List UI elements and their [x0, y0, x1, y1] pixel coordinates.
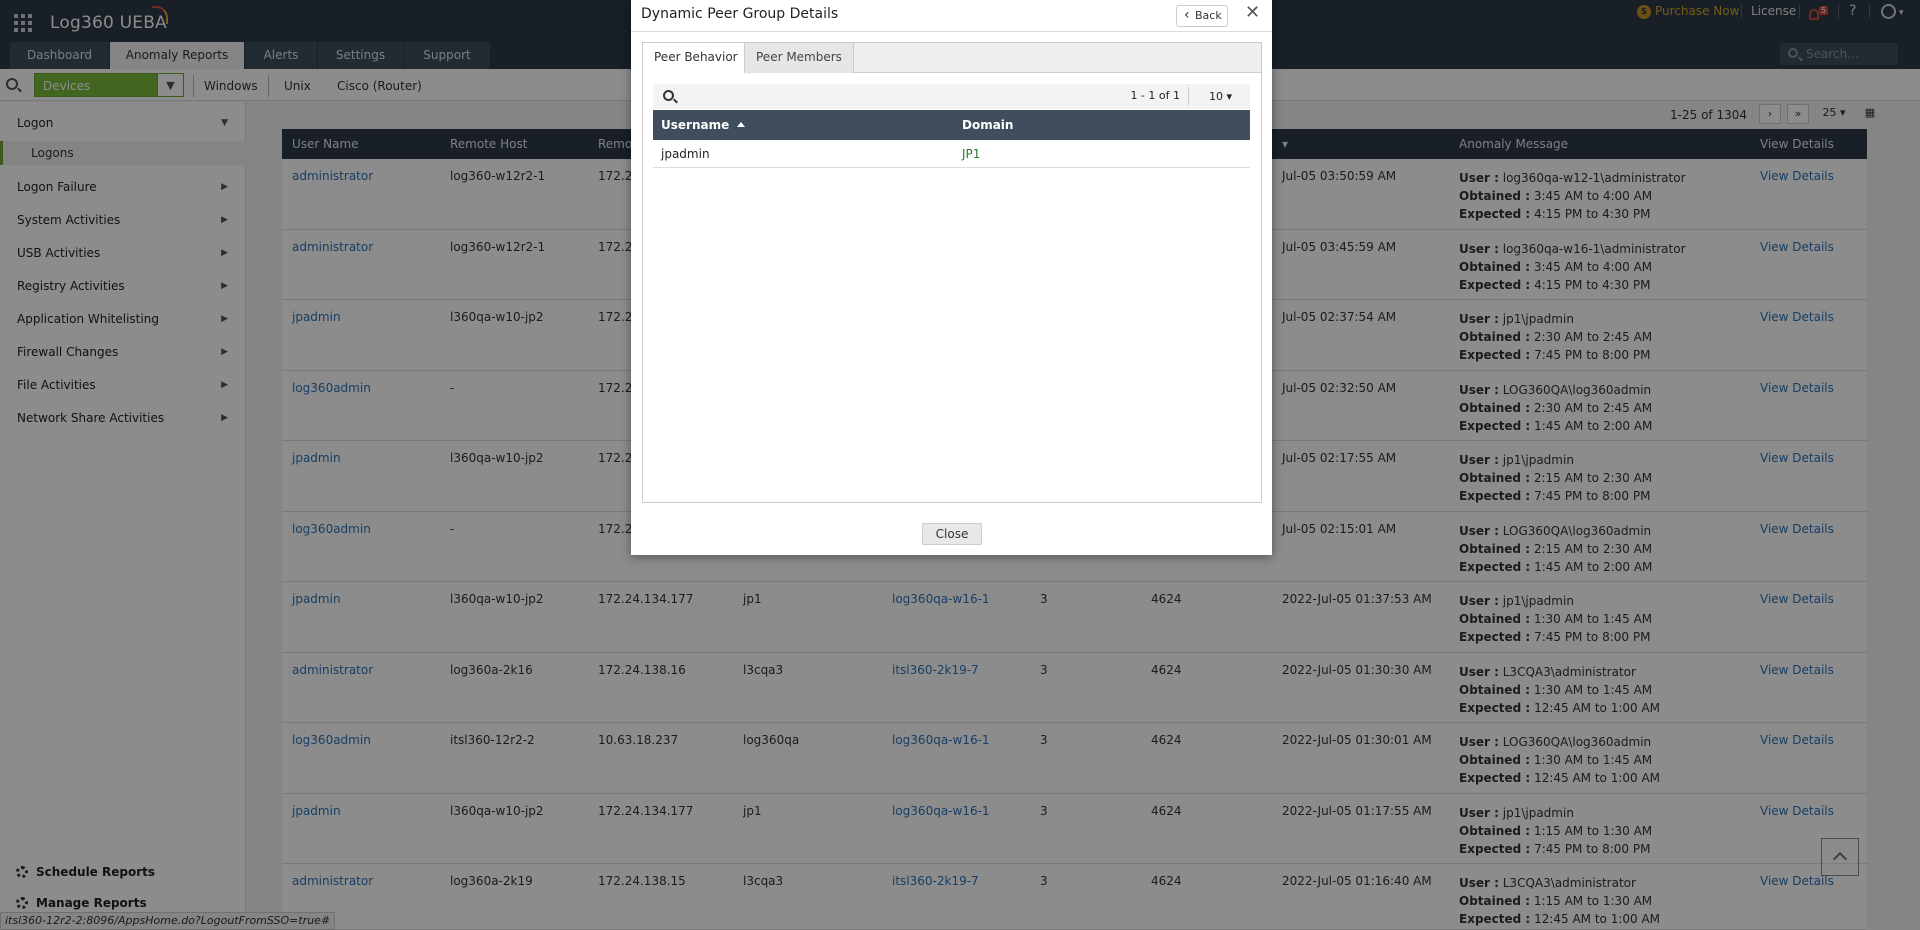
close-icon[interactable]: ✕	[1245, 2, 1260, 23]
dialog-tabs: Peer Behavior Peer Members	[643, 43, 1261, 74]
member-username: jpadmin	[661, 147, 710, 161]
members-toolbar: 1 - 1 of 1 10 ▾	[653, 84, 1250, 109]
tab-peer-members[interactable]: Peer Members	[744, 43, 854, 73]
close-button[interactable]: Close	[922, 523, 982, 545]
member-domain: JP1	[962, 147, 981, 161]
back-button[interactable]: Back	[1176, 5, 1228, 27]
tab-peer-behavior[interactable]: Peer Behavior	[643, 43, 750, 74]
table-row: jpadmin JP1	[653, 140, 1250, 168]
per-page-select[interactable]: 10 ▾	[1209, 90, 1232, 103]
members-count: 1 - 1 of 1	[1130, 89, 1180, 102]
search-icon[interactable]	[663, 90, 674, 101]
peer-group-dialog: Dynamic Peer Group Details Back ✕ Peer B…	[631, 0, 1272, 555]
members-table-header: Username Domain	[653, 110, 1250, 140]
divider	[631, 31, 1272, 32]
dialog-panel: Peer Behavior Peer Members 1 - 1 of 1 10…	[642, 42, 1262, 503]
sort-asc-icon	[737, 122, 746, 127]
col-domain[interactable]: Domain	[962, 110, 1013, 140]
col-username[interactable]: Username	[661, 110, 746, 140]
dialog-title: Dynamic Peer Group Details	[641, 6, 839, 22]
divider	[1188, 87, 1189, 105]
